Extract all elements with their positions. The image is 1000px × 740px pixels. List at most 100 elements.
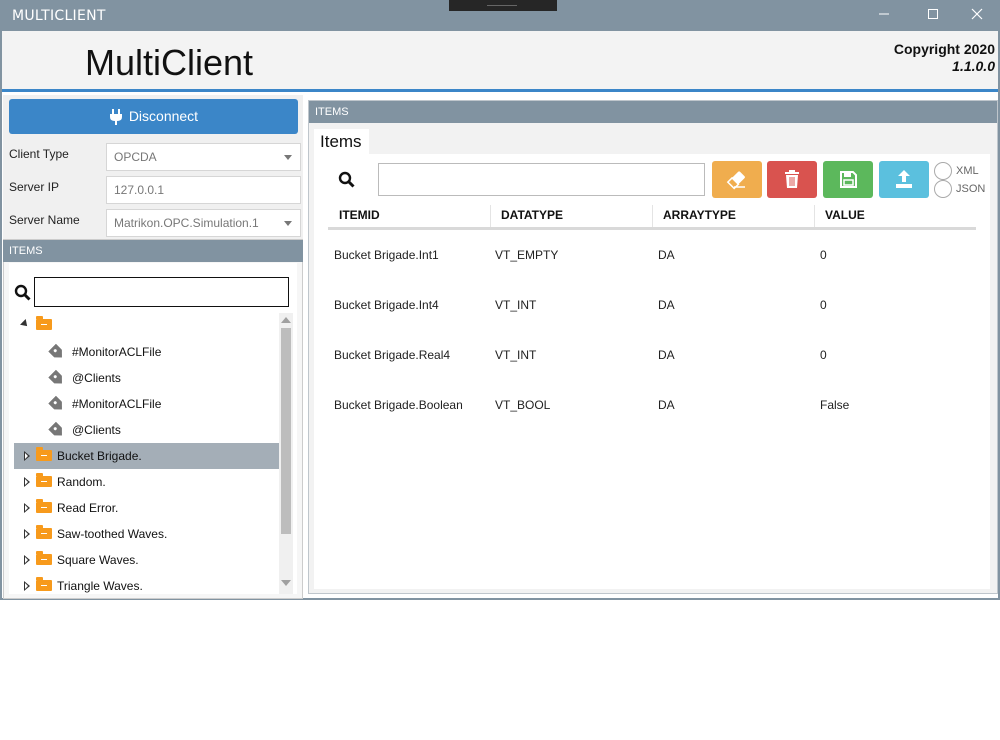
- tab-items[interactable]: Items: [314, 129, 369, 154]
- tree-node-root[interactable]: [14, 312, 279, 338]
- maximize-icon: [928, 9, 938, 19]
- json-radio[interactable]: [934, 180, 952, 198]
- tree-node-label: Triangle Waves.: [57, 579, 143, 593]
- chevron-down-icon: [284, 221, 292, 226]
- chevron-down-icon: [284, 155, 292, 160]
- tag-icon: [48, 370, 66, 388]
- tree-node-leaf[interactable]: @Clients: [14, 417, 279, 443]
- column-header-arraytype[interactable]: ARRAYTYPE: [663, 206, 736, 228]
- grid-header-divider: [328, 227, 976, 230]
- expand-arrow-icon[interactable]: [24, 503, 30, 513]
- minimize-button[interactable]: [861, 0, 907, 31]
- client-type-value: OPCDA: [114, 150, 157, 164]
- tree-scrollbar-thumb[interactable]: [281, 328, 291, 534]
- column-header-itemid[interactable]: ITEMID: [339, 206, 380, 228]
- column-divider[interactable]: [814, 205, 815, 227]
- close-button[interactable]: [954, 0, 1000, 31]
- expand-arrow-icon[interactable]: [20, 319, 30, 329]
- expand-arrow-icon[interactable]: [24, 555, 30, 565]
- tree-node-label: #MonitorACLFile: [72, 345, 162, 359]
- cell-arraytype: DA: [658, 248, 675, 262]
- cell-itemid: Bucket Brigade.Real4: [334, 348, 451, 362]
- folder-icon: [36, 551, 52, 565]
- plug-icon: [109, 109, 122, 126]
- column-divider[interactable]: [490, 205, 491, 227]
- title-bar: MULTICLIENT: [0, 0, 1000, 31]
- tree-node-leaf[interactable]: #MonitorACLFile: [14, 391, 279, 417]
- column-header-value[interactable]: VALUE: [825, 206, 865, 228]
- server-ip-field[interactable]: 127.0.0.1: [106, 176, 301, 204]
- json-radio-label: JSON: [956, 183, 986, 195]
- tree-node-label: #MonitorACLFile: [72, 397, 162, 411]
- items-search-input[interactable]: [378, 163, 705, 196]
- server-name-select[interactable]: Matrikon.OPC.Simulation.1: [106, 209, 301, 237]
- folder-icon: [36, 577, 52, 591]
- eraser-icon: [726, 171, 745, 190]
- tag-icon: [48, 422, 66, 440]
- tag-icon: [48, 396, 66, 414]
- folder-icon: [36, 447, 52, 461]
- server-ip-label: Server IP: [9, 180, 60, 194]
- tree-node-saw-toothed-waves[interactable]: Saw-toothed Waves.: [14, 521, 279, 547]
- tree-node-square-waves[interactable]: Square Waves.: [14, 547, 279, 573]
- tree-node-label: @Clients: [72, 371, 121, 385]
- tree-node-label: Square Waves.: [57, 553, 139, 567]
- cell-arraytype: DA: [658, 348, 675, 362]
- folder-icon: [36, 473, 52, 487]
- copyright-block: Copyright 2020 1.1.0.0: [894, 41, 995, 75]
- server-ip-value: 127.0.0.1: [114, 183, 165, 197]
- folder-icon: [36, 525, 52, 539]
- tree-node-label: Saw-toothed Waves.: [57, 527, 168, 541]
- tree-node-leaf[interactable]: #MonitorACLFile: [14, 339, 279, 365]
- cell-datatype: VT_INT: [495, 298, 537, 312]
- cell-datatype: VT_EMPTY: [495, 248, 559, 262]
- disconnect-label: Disconnect: [128, 108, 199, 124]
- cell-itemid: Bucket Brigade.Int1: [334, 248, 439, 262]
- expand-arrow-icon[interactable]: [24, 529, 30, 539]
- trash-icon: [785, 170, 799, 188]
- save-button[interactable]: [823, 161, 873, 198]
- clear-button[interactable]: [712, 161, 762, 198]
- tree-node-leaf[interactable]: @Clients: [14, 365, 279, 391]
- maximize-button[interactable]: [910, 0, 956, 31]
- drag-handle[interactable]: [449, 0, 557, 11]
- app-title: MultiClient: [85, 42, 254, 83]
- tag-icon: [48, 344, 66, 362]
- tree-node-label: @Clients: [72, 423, 121, 437]
- tree-node-random[interactable]: Random.: [14, 469, 279, 495]
- client-type-label: Client Type: [9, 147, 69, 161]
- app-header: MultiClient Copyright 2020 1.1.0.0: [2, 31, 998, 92]
- tree-node-bucket-brigade[interactable]: Bucket Brigade.: [14, 443, 279, 469]
- left-items-header: ITEMS: [3, 240, 303, 262]
- right-items-header: ITEMS: [309, 101, 997, 123]
- close-icon: [971, 8, 983, 20]
- cell-value: 0: [820, 248, 827, 262]
- disconnect-button[interactable]: Disconnect: [9, 99, 298, 134]
- cell-value: False: [820, 398, 850, 412]
- xml-radio-label: XML: [956, 165, 979, 177]
- expand-arrow-icon[interactable]: [24, 477, 30, 487]
- expand-arrow-icon[interactable]: [24, 581, 30, 591]
- scroll-up-icon[interactable]: [281, 317, 291, 323]
- tree-node-triangle-waves[interactable]: Triangle Waves.: [14, 573, 279, 593]
- expand-arrow-icon[interactable]: [24, 451, 30, 461]
- tree-node-label: Bucket Brigade.: [57, 449, 142, 463]
- upload-icon: [896, 170, 912, 188]
- column-header-datatype[interactable]: DATATYPE: [501, 206, 563, 228]
- server-name-value: Matrikon.OPC.Simulation.1: [114, 216, 259, 230]
- search-icon: [14, 284, 31, 301]
- column-divider[interactable]: [652, 205, 653, 227]
- delete-button[interactable]: [767, 161, 817, 198]
- tree-node-read-error[interactable]: Read Error.: [14, 495, 279, 521]
- copyright-text: Copyright 2020: [893, 41, 995, 57]
- scroll-down-icon[interactable]: [281, 580, 291, 586]
- export-button[interactable]: [879, 161, 929, 198]
- folder-icon: [36, 316, 52, 330]
- tree-search-input[interactable]: [34, 277, 289, 307]
- minimize-icon: [879, 13, 889, 15]
- tree-node-label: Random.: [57, 475, 106, 489]
- cell-datatype: VT_INT: [495, 348, 537, 362]
- client-type-select[interactable]: OPCDA: [106, 143, 301, 171]
- cell-datatype: VT_BOOL: [495, 398, 551, 412]
- xml-radio[interactable]: [934, 162, 952, 180]
